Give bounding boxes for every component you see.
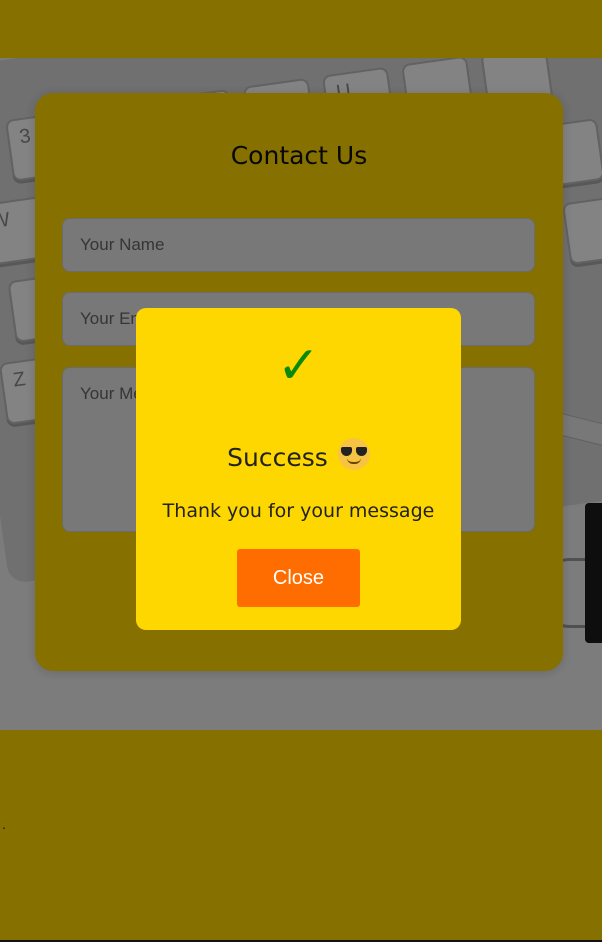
close-button[interactable]: Close <box>237 549 360 607</box>
check-icon: ✓ <box>276 336 321 396</box>
success-dialog: ✓ Success Thank you for your message Clo… <box>136 308 461 630</box>
dialog-title-row: Success <box>136 438 461 472</box>
dialog-message: Thank you for your message <box>162 500 435 522</box>
dialog-title: Success <box>227 443 328 472</box>
sunglasses-face-icon <box>337 438 370 470</box>
